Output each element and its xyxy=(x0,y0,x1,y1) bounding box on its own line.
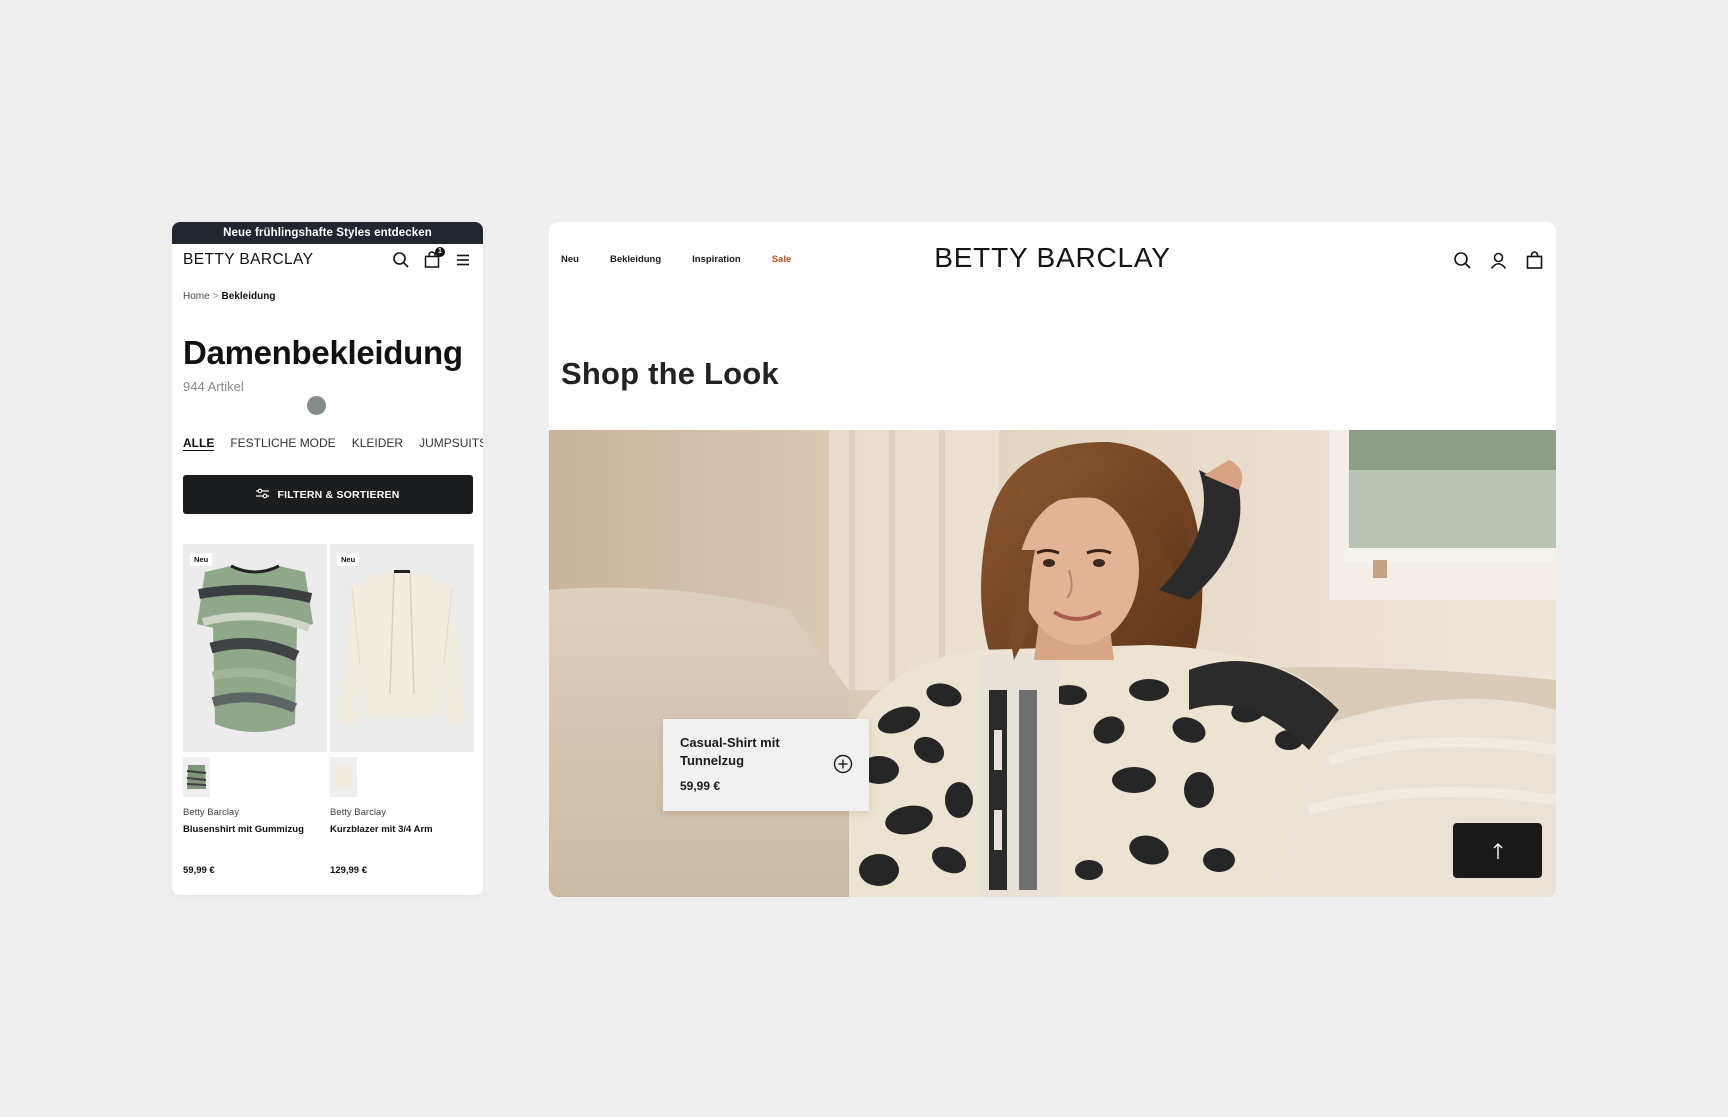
product-name[interactable]: Blusenshirt mit Gummizug xyxy=(183,824,327,835)
mobile-header: BETTY BARCLAY 1 xyxy=(172,244,483,276)
search-icon[interactable] xyxy=(1453,251,1472,270)
new-badge: Neu xyxy=(337,553,360,566)
account-icon[interactable] xyxy=(1489,251,1508,270)
scroll-to-top-button[interactable] xyxy=(1453,823,1542,878)
arrow-up-icon xyxy=(1491,842,1505,860)
shop-look-product-card[interactable]: Casual-Shirt mit Tunnelzug 59,99 € xyxy=(663,719,869,811)
menu-icon[interactable] xyxy=(454,251,472,269)
bag-icon[interactable] xyxy=(1525,251,1544,270)
brand-logo[interactable]: BETTY BARCLAY xyxy=(549,242,1556,274)
product-image[interactable]: Neu xyxy=(183,544,327,752)
product-price: 59,99 € xyxy=(183,865,215,876)
item-count: 944 Artikel xyxy=(183,379,244,394)
product-grid: Neu Betty Barclay Blusenshirt mit Gummiz… xyxy=(183,544,474,876)
product-price: 59,99 € xyxy=(680,779,721,793)
tab-alle[interactable]: ALLE xyxy=(183,436,214,450)
product-name[interactable]: Casual-Shirt mit Tunnelzug xyxy=(680,734,810,770)
brand-logo[interactable]: BETTY BARCLAY xyxy=(183,251,313,269)
cart-icon[interactable]: 1 xyxy=(423,247,445,269)
breadcrumb: Home > Bekleidung xyxy=(183,291,275,302)
tab-kleider[interactable]: KLEIDER xyxy=(352,436,403,450)
promo-banner[interactable]: Neue frühlingshafte Styles entdecken xyxy=(172,222,483,244)
category-tabs: ALLE FESTLICHE MODE KLEIDER JUMPSUITS xyxy=(183,436,483,450)
product-brand: Betty Barclay xyxy=(330,807,386,818)
filter-icon xyxy=(256,488,270,502)
header-icons xyxy=(1453,251,1544,270)
product-card[interactable]: Neu Betty Barclay Kurzblazer mit 3/4 Arm… xyxy=(330,544,474,876)
color-swatch-thumbnail[interactable] xyxy=(183,757,210,797)
new-badge: Neu xyxy=(190,553,213,566)
product-card[interactable]: Neu Betty Barclay Blusenshirt mit Gummiz… xyxy=(183,544,327,876)
cart-count-badge: 1 xyxy=(435,247,445,257)
hero-image: Casual-Shirt mit Tunnelzug 59,99 € xyxy=(549,430,1556,897)
search-icon[interactable] xyxy=(392,251,410,269)
breadcrumb-home[interactable]: Home xyxy=(183,291,210,302)
mobile-header-icons: 1 xyxy=(392,247,472,269)
product-image[interactable]: Neu xyxy=(330,544,474,752)
add-plus-icon[interactable] xyxy=(833,754,853,774)
filter-sort-button[interactable]: FILTERN & SORTIEREN xyxy=(183,475,473,514)
tab-jumpsuits[interactable]: JUMPSUITS xyxy=(419,436,483,450)
color-swatch-thumbnail[interactable] xyxy=(330,757,357,797)
desktop-screen: Neu Bekleidung Inspiration Sale BETTY BA… xyxy=(549,222,1556,897)
section-heading: Shop the Look xyxy=(561,356,779,391)
product-name[interactable]: Kurzblazer mit 3/4 Arm xyxy=(330,824,474,835)
tab-festliche-mode[interactable]: FESTLICHE MODE xyxy=(230,436,335,450)
product-price: 129,99 € xyxy=(330,865,367,876)
breadcrumb-current: Bekleidung xyxy=(221,291,276,302)
product-brand: Betty Barclay xyxy=(183,807,239,818)
breadcrumb-separator: > xyxy=(212,291,219,302)
mobile-screen: Neue frühlingshafte Styles entdecken BET… xyxy=(172,222,483,895)
filter-sort-label: FILTERN & SORTIEREN xyxy=(277,488,400,501)
page-title: Damenbekleidung xyxy=(183,334,463,371)
touch-indicator xyxy=(307,396,326,415)
